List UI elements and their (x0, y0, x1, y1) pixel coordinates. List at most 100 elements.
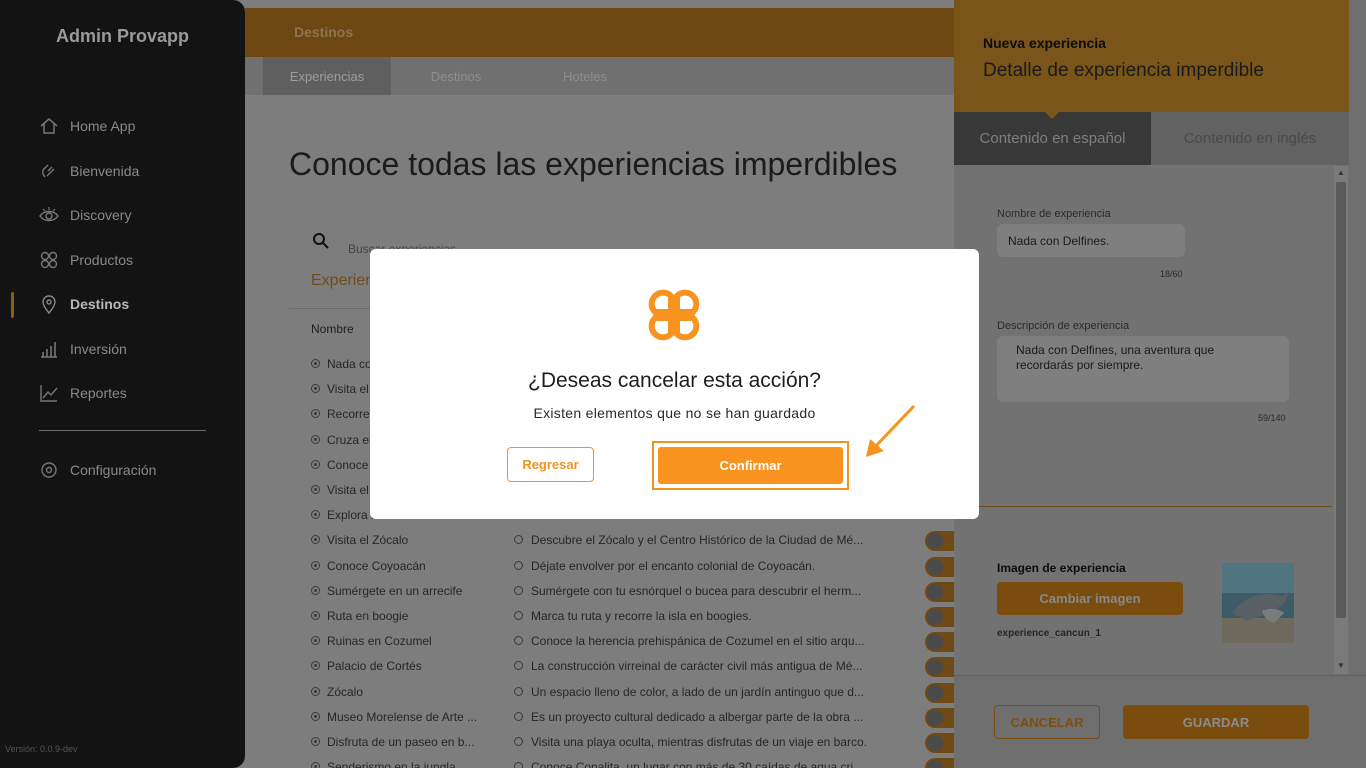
confirm-button[interactable]: Confirmar (658, 447, 843, 484)
sidebar-item-label: Discovery (70, 207, 132, 223)
tab-pointer (1044, 111, 1060, 119)
tab-destinos[interactable]: Destinos (391, 57, 521, 95)
row-name: Senderismo en la jungla (327, 760, 456, 768)
panel-title: Detalle de experiencia imperdible (983, 60, 1264, 81)
experience-thumbnail (1222, 563, 1294, 643)
row-description: Conoce la herencia prehispánica de Cozum… (531, 634, 865, 649)
sidebar-item-label: Home App (70, 118, 136, 134)
bullet-icon (311, 560, 320, 570)
table-row[interactable]: Palacio de Cortés La construcción virrein… (311, 657, 965, 678)
scroll-down-icon[interactable]: ▼ (1336, 661, 1346, 671)
bullet-icon (311, 485, 320, 494)
row-description: Sumérgete con tu esnórquel o bucea para … (531, 583, 862, 598)
tab-bar: Experiencias Destinos Hoteles (245, 57, 954, 95)
gear-icon (38, 459, 60, 481)
home-icon (38, 115, 60, 137)
row-description: Es un proyecto cultural dedicado a alber… (531, 709, 864, 724)
row-description: Déjate envolver por el encanto colonial … (531, 558, 816, 573)
location-pin-icon (38, 293, 60, 315)
sidebar-item-label: Productos (70, 252, 134, 268)
table-row[interactable]: Senderismo en la jungla Conoce Conalita, … (311, 758, 965, 768)
confirm-dialog: ¿Deseas cancelar esta acción? Existen el… (370, 249, 979, 519)
bullet-icon (514, 560, 523, 570)
table-row[interactable]: Conoce Coyoacán Déjate envolver por el en… (311, 556, 965, 577)
top-bar: Destinos (245, 8, 954, 57)
bullet-icon (311, 359, 320, 368)
bullet-icon (311, 737, 320, 746)
table-row[interactable]: Visita el Zócalo Descubre el Zócalo y el … (311, 531, 965, 552)
bullet-icon (514, 711, 523, 721)
panel-header (954, 0, 1349, 112)
dialog-title: ¿Deseas cancelar esta acción? (528, 369, 821, 392)
image-label: Imagen de experiencia (997, 561, 1126, 575)
bullet-icon (514, 535, 523, 545)
scrollbar-thumb[interactable] (1336, 182, 1346, 618)
bullet-icon (311, 384, 320, 394)
sidebar-item-label: Bienvenida (70, 163, 140, 179)
row-description: Marca tu ruta y recorre la isla en boogi… (531, 609, 752, 623)
tab-contenido-ingles[interactable]: Contenido en inglés (1151, 112, 1349, 165)
sidebar-item-home[interactable]: Home App (38, 114, 135, 138)
cancel-button[interactable]: CANCELAR (994, 705, 1100, 739)
tab-hoteles[interactable]: Hoteles (521, 57, 649, 95)
bullet-icon (311, 434, 320, 444)
sidebar-item-configuracion[interactable]: Configuración (38, 458, 156, 482)
table-row[interactable]: Sumérgete en un arrecife Sumérgete con tu… (311, 581, 965, 602)
bullet-icon (514, 636, 523, 646)
sidebar-item-inversion[interactable]: Inversión (38, 337, 127, 361)
panel-divider (978, 506, 1332, 507)
tab-contenido-espanol[interactable]: Contenido en español (954, 112, 1151, 165)
bullet-icon (514, 737, 523, 746)
bar-chart-icon (38, 338, 60, 360)
sidebar-item-bienvenida[interactable]: Bienvenida (38, 159, 139, 183)
sidebar-item-productos[interactable]: Productos (38, 248, 133, 272)
bullet-icon (514, 686, 523, 696)
search-icon (312, 232, 330, 255)
bullet-icon (514, 661, 523, 671)
sidebar-item-label: Inversión (70, 341, 127, 357)
experience-description-input[interactable]: Nada con Delfines, una aventura que reco… (997, 336, 1289, 402)
clover-logo-icon (641, 282, 707, 353)
active-indicator (11, 292, 14, 318)
page-title: Destinos (294, 24, 354, 40)
row-name: Palacio de Cortés (327, 659, 422, 674)
back-button[interactable]: Regresar (507, 447, 594, 482)
pointer-arrow-icon (862, 403, 918, 466)
scroll-up-icon[interactable]: ▲ (1336, 168, 1346, 178)
bullet-icon (311, 611, 320, 620)
bullet-icon (514, 585, 523, 595)
bullet-icon (311, 535, 320, 545)
row-description: Descubre el Zócalo y el Centro Histórico… (531, 533, 864, 548)
bullet-icon (311, 686, 320, 696)
save-button[interactable]: GUARDAR (1123, 705, 1309, 739)
version-text: Versión: 0.0.9-dev (5, 744, 78, 754)
row-name: Museo Morelense de Arte ... (327, 709, 478, 724)
sidebar-item-discovery[interactable]: Discovery (38, 203, 131, 227)
panel-subtitle: Nueva experiencia (983, 35, 1106, 51)
eye-icon (38, 204, 60, 226)
bullet-icon (311, 510, 320, 520)
column-header-name: Nombre (311, 322, 354, 336)
table-row[interactable]: Ruta en boogie Marca tu ruta y recorre la… (311, 607, 965, 627)
sidebar: Admin Provapp Home App Bienvenida Discov… (0, 0, 245, 768)
sidebar-item-reportes[interactable]: Reportes (38, 381, 127, 405)
sidebar-item-label: Configuración (70, 462, 157, 478)
table-row[interactable]: Zócalo Un espacio lleno de color, a lado … (311, 682, 965, 703)
sidebar-item-label: Reportes (70, 385, 127, 401)
sidebar-item-destinos[interactable]: Destinos (38, 292, 129, 316)
name-counter: 18/60 (1160, 269, 1183, 279)
row-description: Visita una playa oculta, mientras disfru… (531, 735, 867, 749)
table-row[interactable]: Museo Morelense de Arte ... Es un proyect… (311, 707, 965, 728)
experience-name-input[interactable]: Nada con Delfines. (997, 224, 1185, 257)
bullet-icon (311, 409, 320, 419)
bullet-icon (514, 611, 523, 620)
table-row[interactable]: Disfruta de un paseo en b... Visita una p… (311, 733, 965, 753)
description-counter: 59/140 (1258, 413, 1286, 423)
tab-experiencias[interactable]: Experiencias (263, 57, 391, 95)
table-row[interactable]: Ruinas en Cozumel Conoce la herencia preh… (311, 632, 965, 653)
row-name: Ruta en boogie (327, 609, 409, 623)
description-field-label: Descripción de experiencia (997, 320, 1130, 332)
change-image-button[interactable]: Cambiar imagen (997, 582, 1183, 615)
brand-title: Admin Provapp (55, 26, 189, 46)
bullet-icon (311, 711, 320, 721)
